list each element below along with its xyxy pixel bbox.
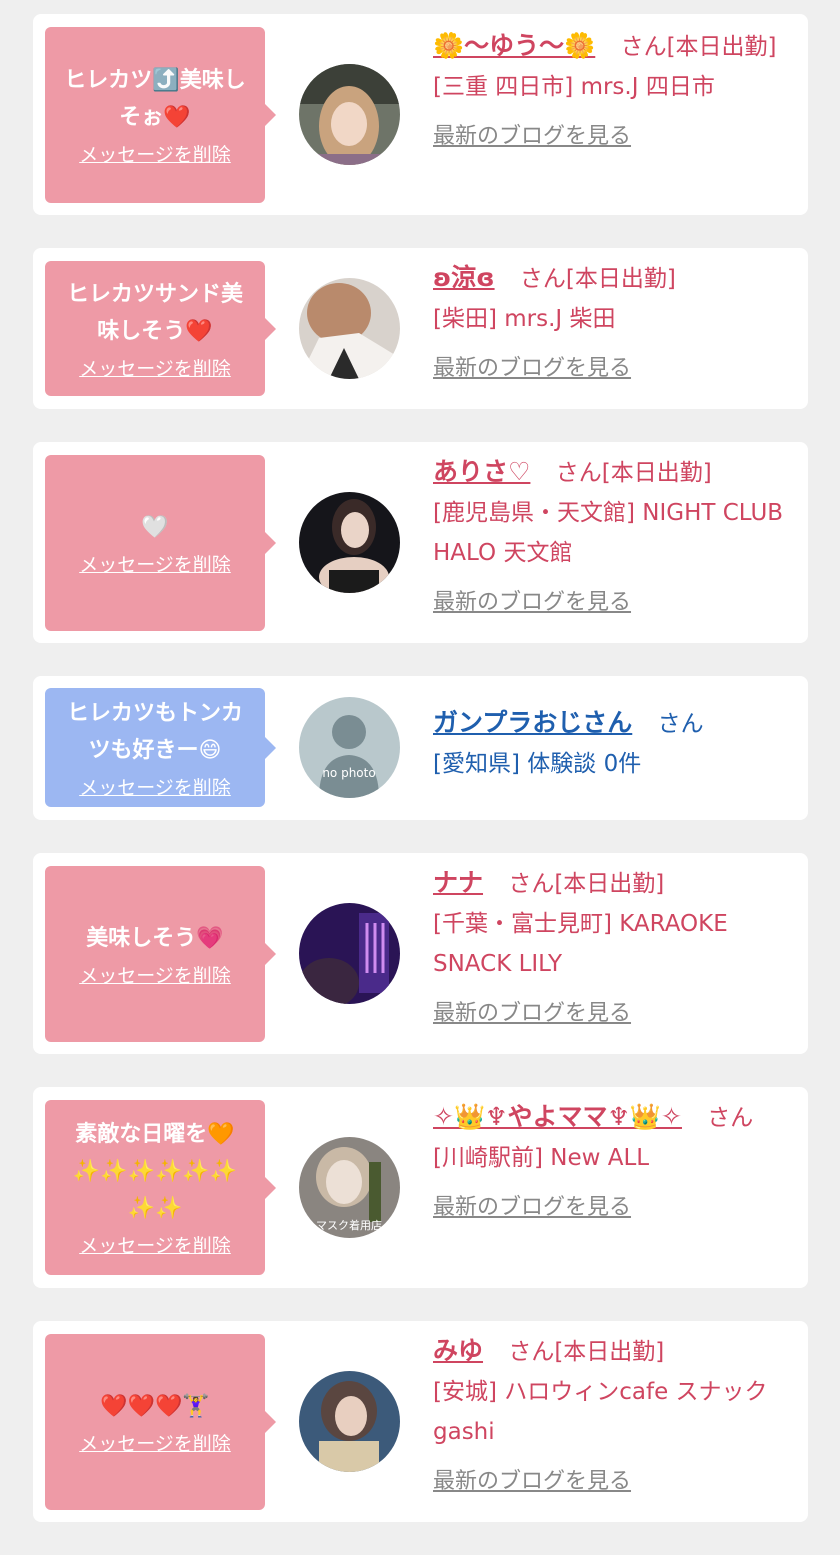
message-card: ヒレカツもトンカ ツも好きー😄 メッセージを削除 no photo ガンプラおじ…	[33, 676, 808, 820]
message-bubble: 美味しそう💗 メッセージを削除	[45, 866, 276, 1042]
message-bubble: ヒレカツ⤴️美味し そぉ❤️ メッセージを削除	[45, 27, 276, 203]
shop-info: [千葉・富士見町] KARAOKE SNACK LILY	[433, 911, 728, 977]
name-suffix: さん[本日出勤]	[519, 266, 676, 292]
delete-message-link[interactable]: メッセージを削除	[79, 142, 231, 168]
profile-info: ガンプラおじさん さん [愛知県] 体験談 0件	[433, 703, 794, 784]
avatar[interactable]	[299, 903, 400, 1004]
message-card: ヒレカツサンド美 味しそう❤️ メッセージを削除 ʚ涼ɞ さん[本日出勤] [柴…	[33, 248, 808, 409]
avatar[interactable]	[299, 64, 400, 165]
profile-info: ʚ涼ɞ さん[本日出勤] [柴田] mrs.J 柴田 最新のブログを見る	[433, 258, 794, 389]
name-suffix: さん[本日出勤]	[508, 871, 665, 897]
avatar[interactable]	[299, 1371, 400, 1472]
message-bubble: 素敵な日曜を🧡 ✨✨✨✨✨✨ ✨✨ メッセージを削除	[45, 1100, 276, 1275]
message-card: ❤️❤️❤️🏋️‍♀️ メッセージを削除 みゆ さん[本日出勤] [安城] ハロ…	[33, 1321, 808, 1522]
avatar-caption: マスク着用店	[316, 1218, 382, 1232]
shop-info: [川崎駅前] New ALL	[433, 1145, 650, 1171]
profile-info: ありさ♡ さん[本日出勤] [鹿児島県・天文館] NIGHT CLUB HALO…	[433, 452, 794, 623]
shop-info: [鹿児島県・天文館] NIGHT CLUB HALO 天文館	[433, 500, 784, 566]
avatar[interactable]	[299, 492, 400, 593]
message-card: 🤍 メッセージを削除 ありさ♡ さん[本日出勤] [鹿児島県・天文館] NIGH…	[33, 442, 808, 643]
message-text: 🤍	[141, 514, 169, 540]
message-bubble: 🤍 メッセージを削除	[45, 455, 276, 631]
delete-message-link[interactable]: メッセージを削除	[79, 1233, 231, 1259]
blog-link[interactable]: 最新のブログを見る	[433, 117, 631, 157]
delete-message-link[interactable]: メッセージを削除	[79, 356, 231, 382]
profile-name-link[interactable]: みゆ	[433, 1336, 483, 1365]
message-text: ヒレカツ⤴️美味し そぉ❤️	[64, 68, 246, 130]
message-text: ヒレカツもトンカ ツも好きー😄	[66, 700, 243, 763]
profile-info: みゆ さん[本日出勤] [安城] ハロウィンcafe スナックgashi 最新の…	[433, 1331, 794, 1502]
profile-name-link[interactable]: ありさ♡	[433, 457, 530, 486]
profile-name-link[interactable]: ナナ	[433, 868, 483, 897]
blog-link[interactable]: 最新のブログを見る	[433, 994, 631, 1034]
profile-name-link[interactable]: ✧👑♆やよママ♆👑✧	[433, 1102, 682, 1131]
message-text: ❤️❤️❤️🏋️‍♀️	[100, 1393, 210, 1419]
shop-info: [柴田] mrs.J 柴田	[433, 306, 616, 332]
delete-message-link[interactable]: メッセージを削除	[79, 963, 231, 989]
blog-link[interactable]: 最新のブログを見る	[433, 583, 631, 623]
no-photo-text: no photo	[322, 766, 375, 780]
name-suffix: さん[本日出勤]	[508, 1339, 665, 1365]
name-suffix: さん[本日出勤]	[620, 34, 777, 60]
profile-name-link[interactable]: ガンプラおじさん	[433, 708, 632, 737]
shop-info: [三重 四日市] mrs.J 四日市	[433, 74, 715, 100]
avatar[interactable]: no photo	[299, 697, 400, 798]
message-text: ヒレカツサンド美 味しそう❤️	[66, 281, 243, 344]
message-bubble: ❤️❤️❤️🏋️‍♀️ メッセージを削除	[45, 1334, 276, 1510]
profile-info: ナナ さん[本日出勤] [千葉・富士見町] KARAOKE SNACK LILY…	[433, 863, 794, 1034]
profile-name-link[interactable]: ʚ涼ɞ	[433, 263, 495, 292]
message-card: ヒレカツ⤴️美味し そぉ❤️ メッセージを削除 🌼〜ゆう〜🌼 さん[本日出勤] …	[33, 14, 808, 215]
message-card: 素敵な日曜を🧡 ✨✨✨✨✨✨ ✨✨ メッセージを削除 マスク着用店 ✧👑♆やよマ…	[33, 1087, 808, 1288]
blog-link[interactable]: 最新のブログを見る	[433, 1188, 631, 1228]
message-text: 素敵な日曜を🧡 ✨✨✨✨✨✨ ✨✨	[72, 1122, 238, 1221]
delete-message-link[interactable]: メッセージを削除	[79, 552, 231, 578]
avatar[interactable]	[299, 278, 400, 379]
blog-link[interactable]: 最新のブログを見る	[433, 1462, 631, 1502]
shop-info: [安城] ハロウィンcafe スナックgashi	[433, 1379, 768, 1445]
shop-info: [愛知県] 体験談 0件	[433, 751, 642, 777]
profile-info: 🌼〜ゆう〜🌼 さん[本日出勤] [三重 四日市] mrs.J 四日市 最新のブロ…	[433, 26, 794, 157]
delete-message-link[interactable]: メッセージを削除	[79, 1431, 231, 1457]
profile-info: ✧👑♆やよママ♆👑✧ さん [川崎駅前] New ALL 最新のブログを見る	[433, 1097, 794, 1228]
message-bubble: ヒレカツもトンカ ツも好きー😄 メッセージを削除	[45, 688, 276, 807]
blog-link[interactable]: 最新のブログを見る	[433, 349, 631, 389]
message-text: 美味しそう💗	[86, 925, 224, 951]
profile-name-link[interactable]: 🌼〜ゆう〜🌼	[433, 31, 595, 60]
name-suffix: さん[本日出勤]	[555, 460, 712, 486]
avatar[interactable]: マスク着用店	[299, 1137, 400, 1238]
message-card: 美味しそう💗 メッセージを削除 ナナ さん[本日出勤] [千葉・富士見町] KA…	[33, 853, 808, 1054]
delete-message-link[interactable]: メッセージを削除	[79, 775, 231, 801]
name-suffix: さん	[707, 1105, 754, 1131]
name-suffix: さん	[657, 711, 704, 737]
message-bubble: ヒレカツサンド美 味しそう❤️ メッセージを削除	[45, 261, 276, 396]
